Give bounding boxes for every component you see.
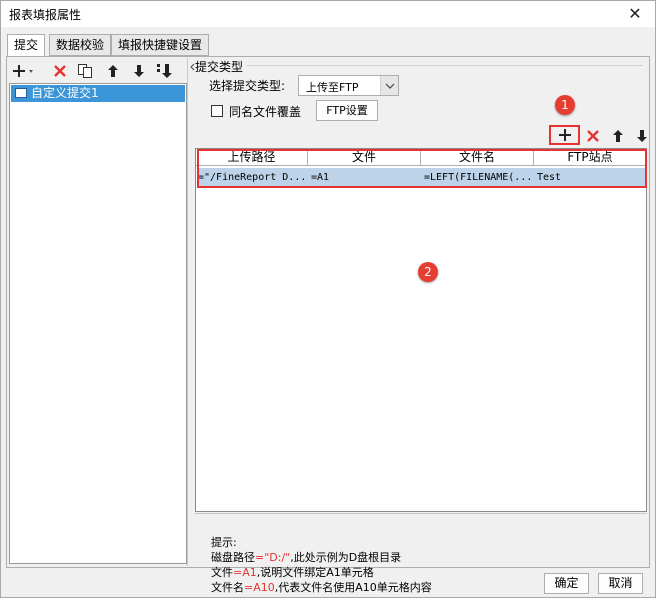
row-up-icon[interactable] — [608, 126, 628, 146]
tab-submit[interactable]: 提交 — [7, 34, 46, 57]
add-row-icon[interactable] — [549, 125, 580, 145]
submit-type-label: 选择提交类型: — [209, 79, 286, 93]
list-item-label: 自定义提交1 — [31, 86, 99, 100]
row-down-icon[interactable] — [632, 126, 652, 146]
dialog-window: 报表填报属性 ✕ 提交 数据校验 填报快捷键设置 自定义提交1 提交类型 选择提… — [0, 0, 656, 598]
hint-title: 提示: — [211, 536, 237, 549]
tab-submit-label: 提交 — [14, 38, 39, 52]
hint-line-1: 磁盘路径="D:/",此处示例为D盘根目录 — [211, 549, 401, 565]
title-bar: 报表填报属性 ✕ — [1, 1, 655, 27]
hint-line-2: 文件=A1,说明文件绑定A1单元格 — [211, 564, 374, 580]
submit-type-select[interactable]: 上传至FTP — [298, 75, 399, 96]
submit-item-icon — [15, 88, 27, 98]
tab-shortcut-settings[interactable]: 填报快捷键设置 — [111, 34, 210, 56]
hint-line-3: 文件名=A10,代表文件名使用A10单元格内容 — [211, 579, 432, 595]
cancel-button[interactable]: 取消 — [598, 573, 643, 594]
move-up-icon[interactable] — [103, 61, 123, 81]
group-divider — [247, 65, 643, 66]
overwrite-checkbox[interactable] — [211, 105, 223, 117]
tab-data-validation[interactable]: 数据校验 — [49, 34, 112, 56]
dialog-title: 报表填报属性 — [9, 8, 82, 22]
submit-list-panel: 自定义提交1 — [8, 58, 188, 566]
ftp-settings-button[interactable]: FTP设置 — [316, 100, 378, 121]
submit-list: 自定义提交1 — [9, 83, 187, 564]
tab-data-validation-label: 数据校验 — [56, 38, 105, 52]
hint-2-suffix: ,说明文件绑定A1单元格 — [256, 566, 374, 579]
callout-badge-2: 2 — [418, 262, 438, 282]
overwrite-label: 同名文件覆盖 — [229, 105, 302, 119]
hint-3-prefix: 文件名 — [211, 581, 244, 594]
tab-shortcut-settings-label: 填报快捷键设置 — [118, 38, 203, 52]
hint-2-red: =A1 — [233, 566, 257, 579]
hint-1-red: ="D:/" — [255, 551, 291, 564]
hint-3-suffix: ,代表文件名使用A10单元格内容 — [274, 581, 432, 594]
hint-1-prefix: 磁盘路径 — [211, 551, 255, 564]
close-icon[interactable]: ✕ — [625, 4, 645, 24]
hint-1-suffix: ,此处示例为D盘根目录 — [290, 551, 402, 564]
move-bottom-icon[interactable] — [155, 61, 175, 81]
hint-2-prefix: 文件 — [211, 566, 233, 579]
add-dropdown-icon[interactable] — [12, 61, 38, 81]
callout-badge-1: 1 — [555, 95, 575, 115]
submit-type-value: 上传至FTP — [306, 81, 359, 94]
ok-label: 确定 — [554, 576, 579, 590]
copy-icon[interactable] — [75, 61, 95, 81]
move-down-icon[interactable] — [129, 61, 149, 81]
submit-type-group-title: 提交类型 — [195, 60, 244, 74]
delete-row-icon[interactable] — [583, 126, 603, 146]
upload-table: 上传路径 文件 文件名 FTP站点 ="/FineReport D... =A1… — [195, 148, 647, 512]
hint-3-red: =A10 — [244, 581, 275, 594]
delete-icon[interactable] — [50, 61, 70, 81]
tab-content: 自定义提交1 提交类型 选择提交类型: 上传至FTP 同名文件覆盖 FTP设置 … — [6, 56, 650, 594]
ok-button[interactable]: 确定 — [544, 573, 589, 594]
list-item[interactable]: 自定义提交1 — [11, 85, 185, 102]
cancel-label: 取消 — [608, 576, 633, 590]
hint-panel: 提示: 磁盘路径="D:/",此处示例为D盘根目录 文件=A1,说明文件绑定A1… — [195, 513, 647, 594]
ftp-settings-label: FTP设置 — [326, 104, 368, 117]
chevron-down-icon[interactable] — [380, 76, 398, 95]
highlight-box — [197, 149, 647, 188]
submit-settings-panel: 提交类型 选择提交类型: 上传至FTP 同名文件覆盖 FTP设置 1 上传路径 … — [195, 58, 647, 594]
